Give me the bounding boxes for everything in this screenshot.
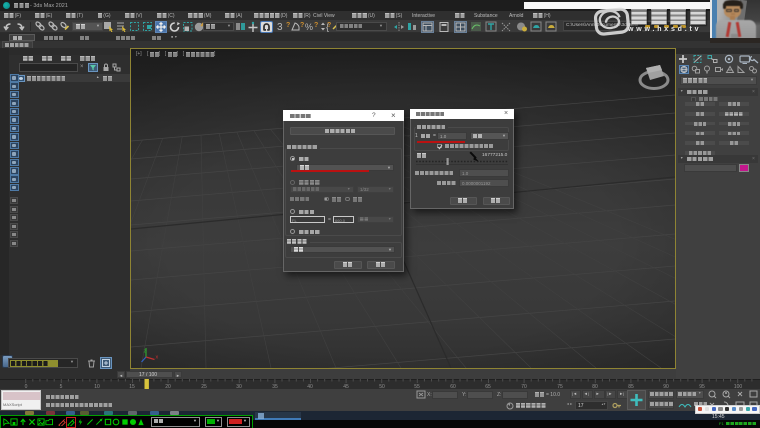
svg-text:?: ?: [300, 22, 304, 29]
svg-text:?: ?: [286, 22, 290, 29]
svg-text:x: x: [156, 355, 159, 361]
svg-text:3: 3: [277, 22, 283, 32]
svg-text:{: {: [326, 22, 329, 32]
svg-text:z: z: [144, 349, 147, 355]
svg-text:%: %: [305, 22, 313, 32]
